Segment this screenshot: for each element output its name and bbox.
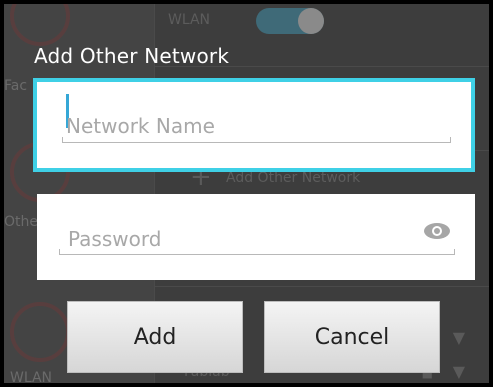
underline-tick: [62, 137, 63, 143]
background-add-network-label: Add Other Network: [226, 170, 361, 186]
add-button[interactable]: Add: [67, 301, 243, 373]
background-wlan-toggle: [256, 8, 324, 34]
wifi-icon: [10, 302, 70, 362]
cancel-button[interactable]: Cancel: [264, 301, 440, 373]
password-input[interactable]: [68, 227, 408, 251]
background-sidebar-label: Fac: [4, 78, 28, 94]
underline-tick: [454, 249, 455, 255]
background-wlan-label: WLAN: [168, 12, 211, 28]
toggle-knob: [298, 8, 324, 34]
background-sidebar-label: WLAN: [10, 370, 53, 383]
eye-icon[interactable]: [423, 222, 451, 240]
input-underline: [62, 142, 451, 143]
divider: [154, 286, 489, 287]
password-field[interactable]: [37, 194, 475, 280]
wifi-signal-icon: ▼: [452, 328, 465, 347]
underline-tick: [450, 137, 451, 143]
dialog-title: Add Other Network: [34, 44, 230, 68]
background-sidebar-label: Othe: [4, 214, 38, 230]
underline-tick: [59, 249, 60, 255]
screen: Fac Othe WLAN WLAN + Add Other Network F…: [4, 4, 489, 383]
input-underline: [59, 254, 455, 255]
network-name-field[interactable]: [33, 78, 475, 172]
network-name-input[interactable]: [66, 114, 446, 138]
wifi-signal-icon: ▼: [452, 362, 465, 381]
